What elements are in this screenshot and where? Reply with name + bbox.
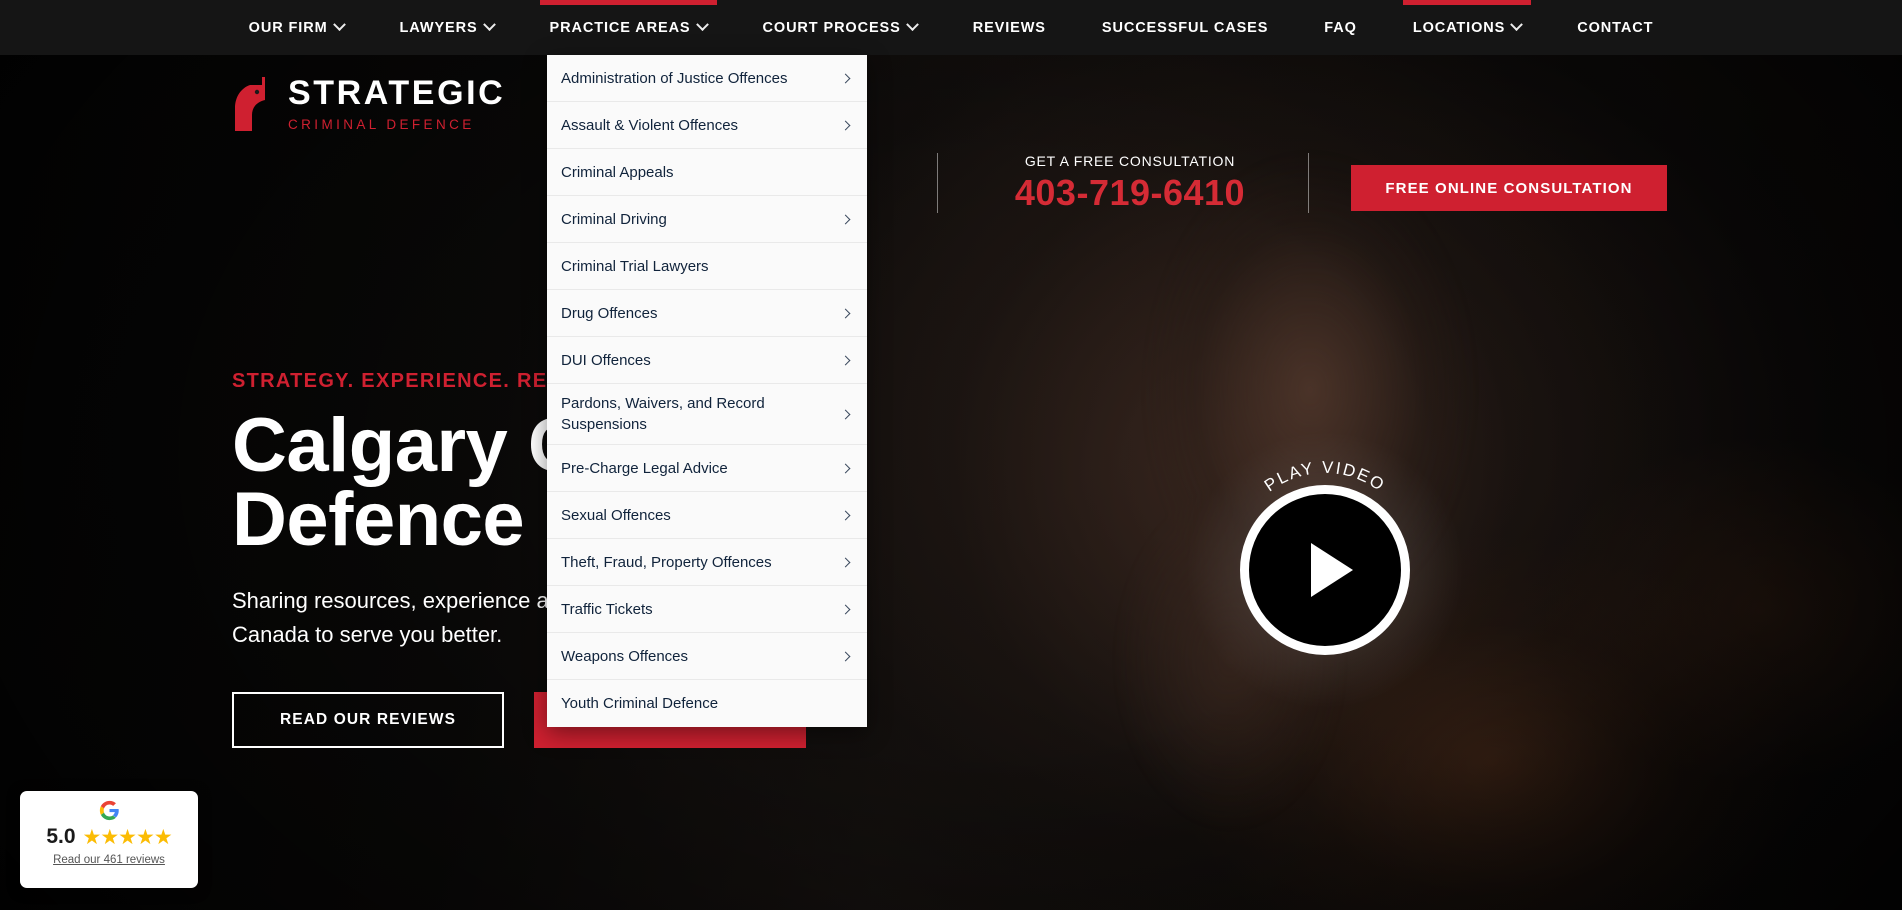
dropdown-item-label: Pardons, Waivers, and Record Suspensions <box>561 395 765 433</box>
chevron-down-icon <box>905 18 919 32</box>
nav-item-reviews[interactable]: REVIEWS <box>945 0 1074 55</box>
practice-areas-dropdown: Administration of Justice Offences Assaul… <box>547 55 867 727</box>
dropdown-item-label: Administration of Justice Offences <box>561 69 788 87</box>
nav-active-indicator <box>963 0 1056 5</box>
chevron-right-icon <box>840 120 851 130</box>
play-video-circle <box>1240 485 1410 655</box>
dropdown-item-pardons-waivers-and-record-suspensions[interactable]: Pardons, Waivers, and Record Suspensions <box>547 384 867 445</box>
dropdown-item-label: Theft, Fraud, Property Offences <box>561 553 772 571</box>
consultation-label: GET A FREE CONSULTATION <box>1024 153 1236 169</box>
chevron-right-icon <box>840 604 851 614</box>
nav-active-indicator <box>1567 0 1663 5</box>
dropdown-item-label: Sexual Offences <box>561 506 671 524</box>
dropdown-item-traffic-tickets[interactable]: Traffic Tickets <box>547 586 867 633</box>
chevron-down-icon <box>482 18 496 32</box>
chevron-down-icon <box>695 18 709 32</box>
nav-active-indicator <box>753 0 927 5</box>
nav-active-indicator <box>539 0 717 5</box>
nav-item-successful-cases[interactable]: SUCCESSFUL CASES <box>1074 0 1296 55</box>
nav-active-indicator <box>1402 0 1532 5</box>
dropdown-item-criminal-appeals[interactable]: Criminal Appeals <box>547 149 867 196</box>
google-logo-icon <box>99 800 119 821</box>
nav-item-label: PRACTICE AREAS <box>549 19 691 36</box>
nav-active-indicator <box>1314 0 1367 5</box>
logo-primary-text: STRATEGIC <box>288 74 506 113</box>
dropdown-item-dui-offences[interactable]: DUI Offences <box>547 337 867 384</box>
play-triangle-icon <box>1311 543 1353 597</box>
google-rating-score: 5.0 <box>46 825 76 848</box>
dropdown-item-theft-fraud-property-offences[interactable]: Theft, Fraud, Property Offences <box>547 539 867 586</box>
dropdown-item-pre-charge-legal-advice[interactable]: Pre-Charge Legal Advice <box>547 445 867 492</box>
chess-knight-logo-icon <box>235 77 265 131</box>
site-logo[interactable]: STRATEGIC CRIMINAL DEFENCE <box>232 75 505 133</box>
dropdown-item-label: DUI Offences <box>561 351 651 369</box>
nav-item-label: FAQ <box>1324 19 1357 36</box>
dropdown-item-label: Criminal Trial Lawyers <box>561 257 709 275</box>
nav-item-faq[interactable]: FAQ <box>1296 0 1385 55</box>
page-root: OUR FIRM LAWYERS PRACTICE AREAS COURT PROCE… <box>0 0 1902 910</box>
dropdown-item-criminal-trial-lawyers[interactable]: Criminal Trial Lawyers <box>547 243 867 290</box>
dropdown-item-administration-of-justice-offences[interactable]: Administration of Justice Offences <box>547 55 867 102</box>
read-our-reviews-button[interactable]: READ OUR REVIEWS <box>232 692 504 749</box>
dropdown-item-label: Criminal Appeals <box>561 163 674 181</box>
chevron-right-icon <box>840 409 851 419</box>
chevron-right-icon <box>840 463 851 473</box>
dropdown-item-label: Assault & Violent Offences <box>561 116 739 134</box>
main-navigation: OUR FIRM LAWYERS PRACTICE AREAS COURT PROCE… <box>0 0 1902 55</box>
nav-item-our-firm[interactable]: OUR FIRM <box>221 0 372 55</box>
dropdown-item-label: Drug Offences <box>561 304 658 322</box>
header-divider-left <box>937 153 938 213</box>
dropdown-item-assault-violent-offences[interactable]: Assault & Violent Offences <box>547 102 867 149</box>
nav-active-indicator <box>1092 0 1278 5</box>
nav-item-locations[interactable]: LOCATIONS <box>1385 0 1549 55</box>
dropdown-item-label: Traffic Tickets <box>561 600 653 618</box>
dropdown-item-label: Youth Criminal Defence <box>561 695 719 712</box>
logo-secondary-text: CRIMINAL DEFENCE <box>288 117 475 133</box>
chevron-right-icon <box>840 510 851 520</box>
nav-item-label: REVIEWS <box>972 19 1046 36</box>
google-star-rating: ★★★★★ <box>82 825 173 849</box>
header-divider-right <box>1308 153 1309 213</box>
nav-item-label: OUR FIRM <box>248 19 328 36</box>
dropdown-item-label: Criminal Driving <box>561 210 667 228</box>
play-video-button[interactable]: PLAY VIDEO <box>1185 430 1465 710</box>
nav-item-court-process[interactable]: COURT PROCESS <box>735 0 945 55</box>
nav-item-practice-areas[interactable]: PRACTICE AREAS <box>522 0 735 55</box>
nav-item-label: COURT PROCESS <box>762 19 901 36</box>
dropdown-item-weapons-offences[interactable]: Weapons Offences <box>547 633 867 680</box>
nav-item-label: LOCATIONS <box>1412 19 1506 36</box>
nav-item-label: LAWYERS <box>399 19 478 36</box>
nav-item-label: SUCCESSFUL CASES <box>1101 19 1269 36</box>
site-header: STRATEGIC CRIMINAL DEFENCE REVIEWS GET A… <box>0 55 1902 213</box>
dropdown-item-criminal-driving[interactable]: Criminal Driving <box>547 196 867 243</box>
nav-item-contact[interactable]: CONTACT <box>1549 0 1681 55</box>
dropdown-item-youth-criminal-defence[interactable]: Youth Criminal Defence <box>547 680 867 727</box>
chevron-right-icon <box>840 355 851 365</box>
consultation-block: GET A FREE CONSULTATION 403-719-6410 <box>965 153 1295 211</box>
dropdown-item-label: Weapons Offences <box>561 647 689 665</box>
google-rating-row: 5.0 ★★★★★ <box>46 825 173 849</box>
chevron-right-icon <box>840 308 851 318</box>
chevron-down-icon <box>1510 18 1524 32</box>
dropdown-item-label: Pre-Charge Legal Advice <box>561 459 728 477</box>
nav-active-indicator <box>239 0 354 5</box>
google-reviews-badge[interactable]: 5.0 ★★★★★ Read our 461 reviews <box>20 791 198 888</box>
chevron-right-icon <box>840 73 851 83</box>
phone-number-link[interactable]: 403-719-6410 <box>965 175 1295 211</box>
nav-item-label: CONTACT <box>1577 19 1654 36</box>
nav-active-indicator <box>390 0 504 5</box>
chevron-right-icon <box>840 214 851 224</box>
chevron-down-icon <box>332 18 346 32</box>
chevron-right-icon <box>840 557 851 567</box>
dropdown-item-drug-offences[interactable]: Drug Offences <box>547 290 867 337</box>
google-reviews-link[interactable]: Read our 461 reviews <box>53 854 165 866</box>
dropdown-item-sexual-offences[interactable]: Sexual Offences <box>547 492 867 539</box>
nav-item-lawyers[interactable]: LAWYERS <box>372 0 522 55</box>
chevron-right-icon <box>840 651 851 661</box>
free-online-consultation-button[interactable]: FREE ONLINE CONSULTATION <box>1351 165 1667 211</box>
